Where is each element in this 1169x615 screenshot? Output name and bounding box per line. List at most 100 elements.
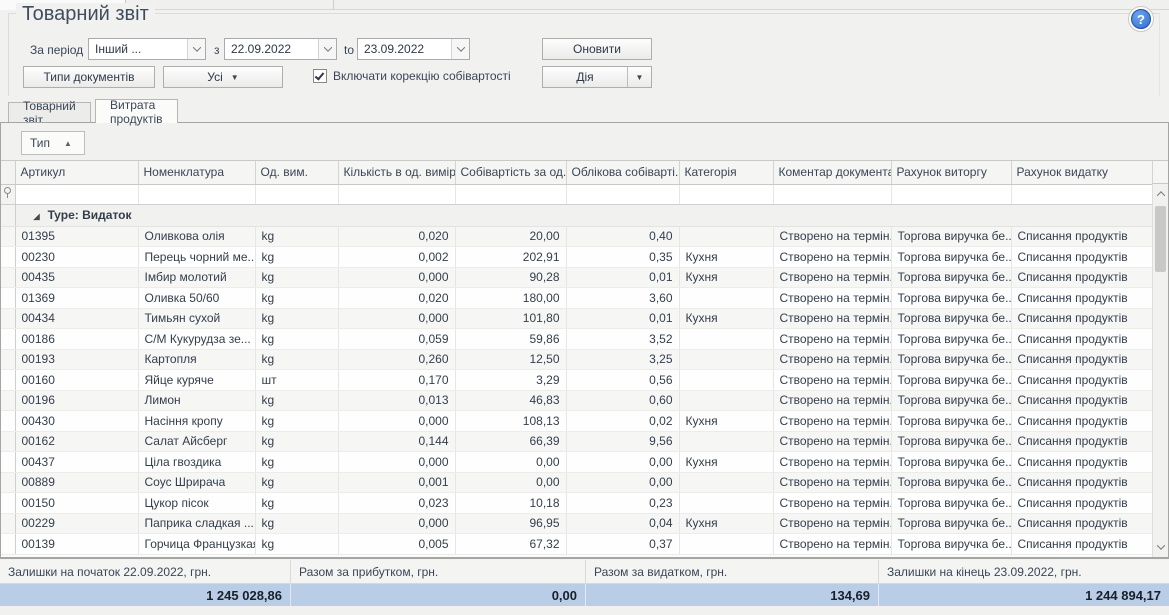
row-indicator [1, 349, 15, 370]
cell-revenue_account: Торгова виручка бе... [891, 513, 1011, 534]
table-row[interactable]: 00889Соус Шрирачаkg0,0010,000,00Створено… [1, 472, 1153, 493]
action-split-button[interactable]: Дія ▼ [542, 66, 652, 88]
summary-values-row: 1 245 028,860,00134,691 244 894,17 [0, 584, 1169, 606]
tab-product-expense[interactable]: Витрата продуктів [95, 99, 178, 123]
chevron-down-icon[interactable] [451, 39, 469, 59]
cell-cost: 10,18 [455, 493, 566, 514]
row-indicator [1, 204, 15, 226]
cell-article: 00196 [15, 390, 138, 411]
date-to-picker[interactable]: 23.09.2022 [357, 38, 470, 60]
table-row[interactable]: 00139Горчица Французкаяkg0,00567,320,37С… [1, 534, 1153, 555]
table-row[interactable]: 00162Салат Айсбергkg0,14466,399,56Створе… [1, 431, 1153, 452]
table-row[interactable]: 00193Картопляkg0,26012,503,25Створено на… [1, 349, 1153, 370]
column-header[interactable]: Собівартість за од... [455, 161, 566, 184]
filter-cell[interactable] [773, 184, 891, 204]
table-row[interactable]: 01395Оливкова оліяkg0,02020,000,40Створе… [1, 226, 1153, 247]
cell-expense_account: Списання продуктів [1011, 534, 1153, 555]
filter-cell[interactable] [455, 184, 566, 204]
vertical-scrollbar[interactable] [1152, 184, 1168, 557]
cell-revenue_account: Торгова виручка бе... [891, 472, 1011, 493]
table-row[interactable]: 00150Цукор пісокkg0,02310,180,23Створено… [1, 493, 1153, 514]
column-header[interactable]: Коментар документа [773, 161, 891, 184]
column-header[interactable]: Од. вим. [255, 161, 338, 184]
scroll-up-button[interactable] [1153, 186, 1169, 202]
cell-cost: 202,91 [455, 247, 566, 268]
document-types-filter-dropdown[interactable]: Усі ▼ [163, 66, 283, 88]
cell-cost: 180,00 [455, 288, 566, 309]
column-header[interactable]: Рахунок видатку [1011, 161, 1153, 184]
period-combobox[interactable]: Інший ... [88, 38, 206, 60]
cell-expense_account: Списання продуктів [1011, 329, 1153, 350]
date-from-picker[interactable]: 22.09.2022 [224, 38, 337, 60]
cell-acc_cost: 0,00 [566, 472, 679, 493]
cell-acc_cost: 0,56 [566, 370, 679, 391]
table-row[interactable]: 00196Лимонkg0,01346,830,60Створено на те… [1, 390, 1153, 411]
page-title: Товарний звіт [16, 3, 155, 26]
summary-label: Разом за видатком, грн. [585, 560, 878, 583]
filter-cell[interactable] [1011, 184, 1153, 204]
scroll-down-button[interactable] [1153, 539, 1169, 555]
filter-cell[interactable] [338, 184, 455, 204]
table-row[interactable]: 00434Тимьян сухойkg0,000101,800,01КухняС… [1, 308, 1153, 329]
caret-down-icon[interactable]: ▼ [627, 67, 651, 87]
cell-revenue_account: Торгова виручка бе... [891, 267, 1011, 288]
tab-goods-report[interactable]: Товарний звіт [8, 102, 91, 123]
cell-article: 00193 [15, 349, 138, 370]
expense-table: АртикулНоменклатураОд. вим.Кількість в о… [1, 161, 1154, 555]
table-row[interactable]: 00160Яйце курячешт0,1703,290,56Створено … [1, 370, 1153, 391]
row-indicator [1, 226, 15, 247]
cell-acc_cost: 0,00 [566, 452, 679, 473]
chevron-down-icon[interactable] [187, 39, 205, 59]
refresh-button[interactable]: Оновити [542, 38, 652, 60]
cell-category [679, 288, 773, 309]
group-row[interactable]: ◢Type: Видаток [1, 204, 1153, 226]
cell-comment: Створено на термін... [773, 329, 891, 350]
row-indicator [1, 288, 15, 309]
filter-cell[interactable] [566, 184, 679, 204]
cell-category: Кухня [679, 452, 773, 473]
cell-unit: kg [255, 534, 338, 555]
checkbox-box[interactable] [313, 69, 327, 83]
chevron-down-icon[interactable] [318, 39, 336, 59]
group-by-chip-type[interactable]: Тип ▲ [21, 131, 85, 155]
table-row[interactable]: 01369Оливка 50/60kg0,020180,003,60Створе… [1, 288, 1153, 309]
cell-unit: kg [255, 472, 338, 493]
from-label: з [214, 43, 220, 57]
filter-cell[interactable] [679, 184, 773, 204]
table-row[interactable]: 00430Насіння кропуkg0,000108,130,02Кухня… [1, 411, 1153, 432]
column-header[interactable]: Номенклатура [138, 161, 255, 184]
cell-acc_cost: 0,01 [566, 267, 679, 288]
cell-name: Імбир молотий [138, 267, 255, 288]
row-indicator [1, 472, 15, 493]
cell-qty: 0,000 [338, 411, 455, 432]
action-button-label[interactable]: Дія [543, 67, 627, 87]
table-row[interactable]: 00437Ціла гвоздикаkg0,0000,000,00КухняСт… [1, 452, 1153, 473]
cell-unit: kg [255, 513, 338, 534]
cell-expense_account: Списання продуктів [1011, 226, 1153, 247]
cell-name: Яйце куряче [138, 370, 255, 391]
table-row[interactable]: 00229Паприка сладкая ...kg0,00096,950,04… [1, 513, 1153, 534]
expense-grid: Тип ▲ АртикулНоменклатураОд. вим.Кількіс… [0, 122, 1169, 558]
filter-cell[interactable] [255, 184, 338, 204]
column-header[interactable]: Категорія [679, 161, 773, 184]
table-row[interactable]: 00435Імбир молотийkg0,00090,280,01КухняС… [1, 267, 1153, 288]
filter-cell[interactable] [891, 184, 1011, 204]
scrollbar-thumb[interactable] [1155, 206, 1166, 272]
cell-qty: 0,144 [338, 431, 455, 452]
include-cost-correction-checkbox[interactable]: Включати корекцію собівартості [313, 69, 511, 83]
cell-acc_cost: 0,35 [566, 247, 679, 268]
help-button[interactable]: ? [1128, 6, 1154, 32]
column-header[interactable]: Облікова собіварті... [566, 161, 679, 184]
column-header[interactable]: Рахунок виторгу [891, 161, 1011, 184]
cell-category [679, 472, 773, 493]
document-types-button[interactable]: Типи документів [23, 66, 155, 88]
column-header[interactable]: Кількість в од. вимір. [338, 161, 455, 184]
table-row[interactable]: 00230Перець чорний ме...kg0,002202,910,3… [1, 247, 1153, 268]
table-row[interactable]: 00186С/М Кукурудза зе...kg0,05959,863,52… [1, 329, 1153, 350]
expand-triangle-icon[interactable]: ◢ [34, 212, 40, 221]
caret-down-icon: ▼ [231, 73, 239, 82]
filter-cell[interactable] [138, 184, 255, 204]
cell-expense_account: Списання продуктів [1011, 370, 1153, 391]
column-header[interactable]: Артикул [15, 161, 138, 184]
filter-cell[interactable] [15, 184, 138, 204]
